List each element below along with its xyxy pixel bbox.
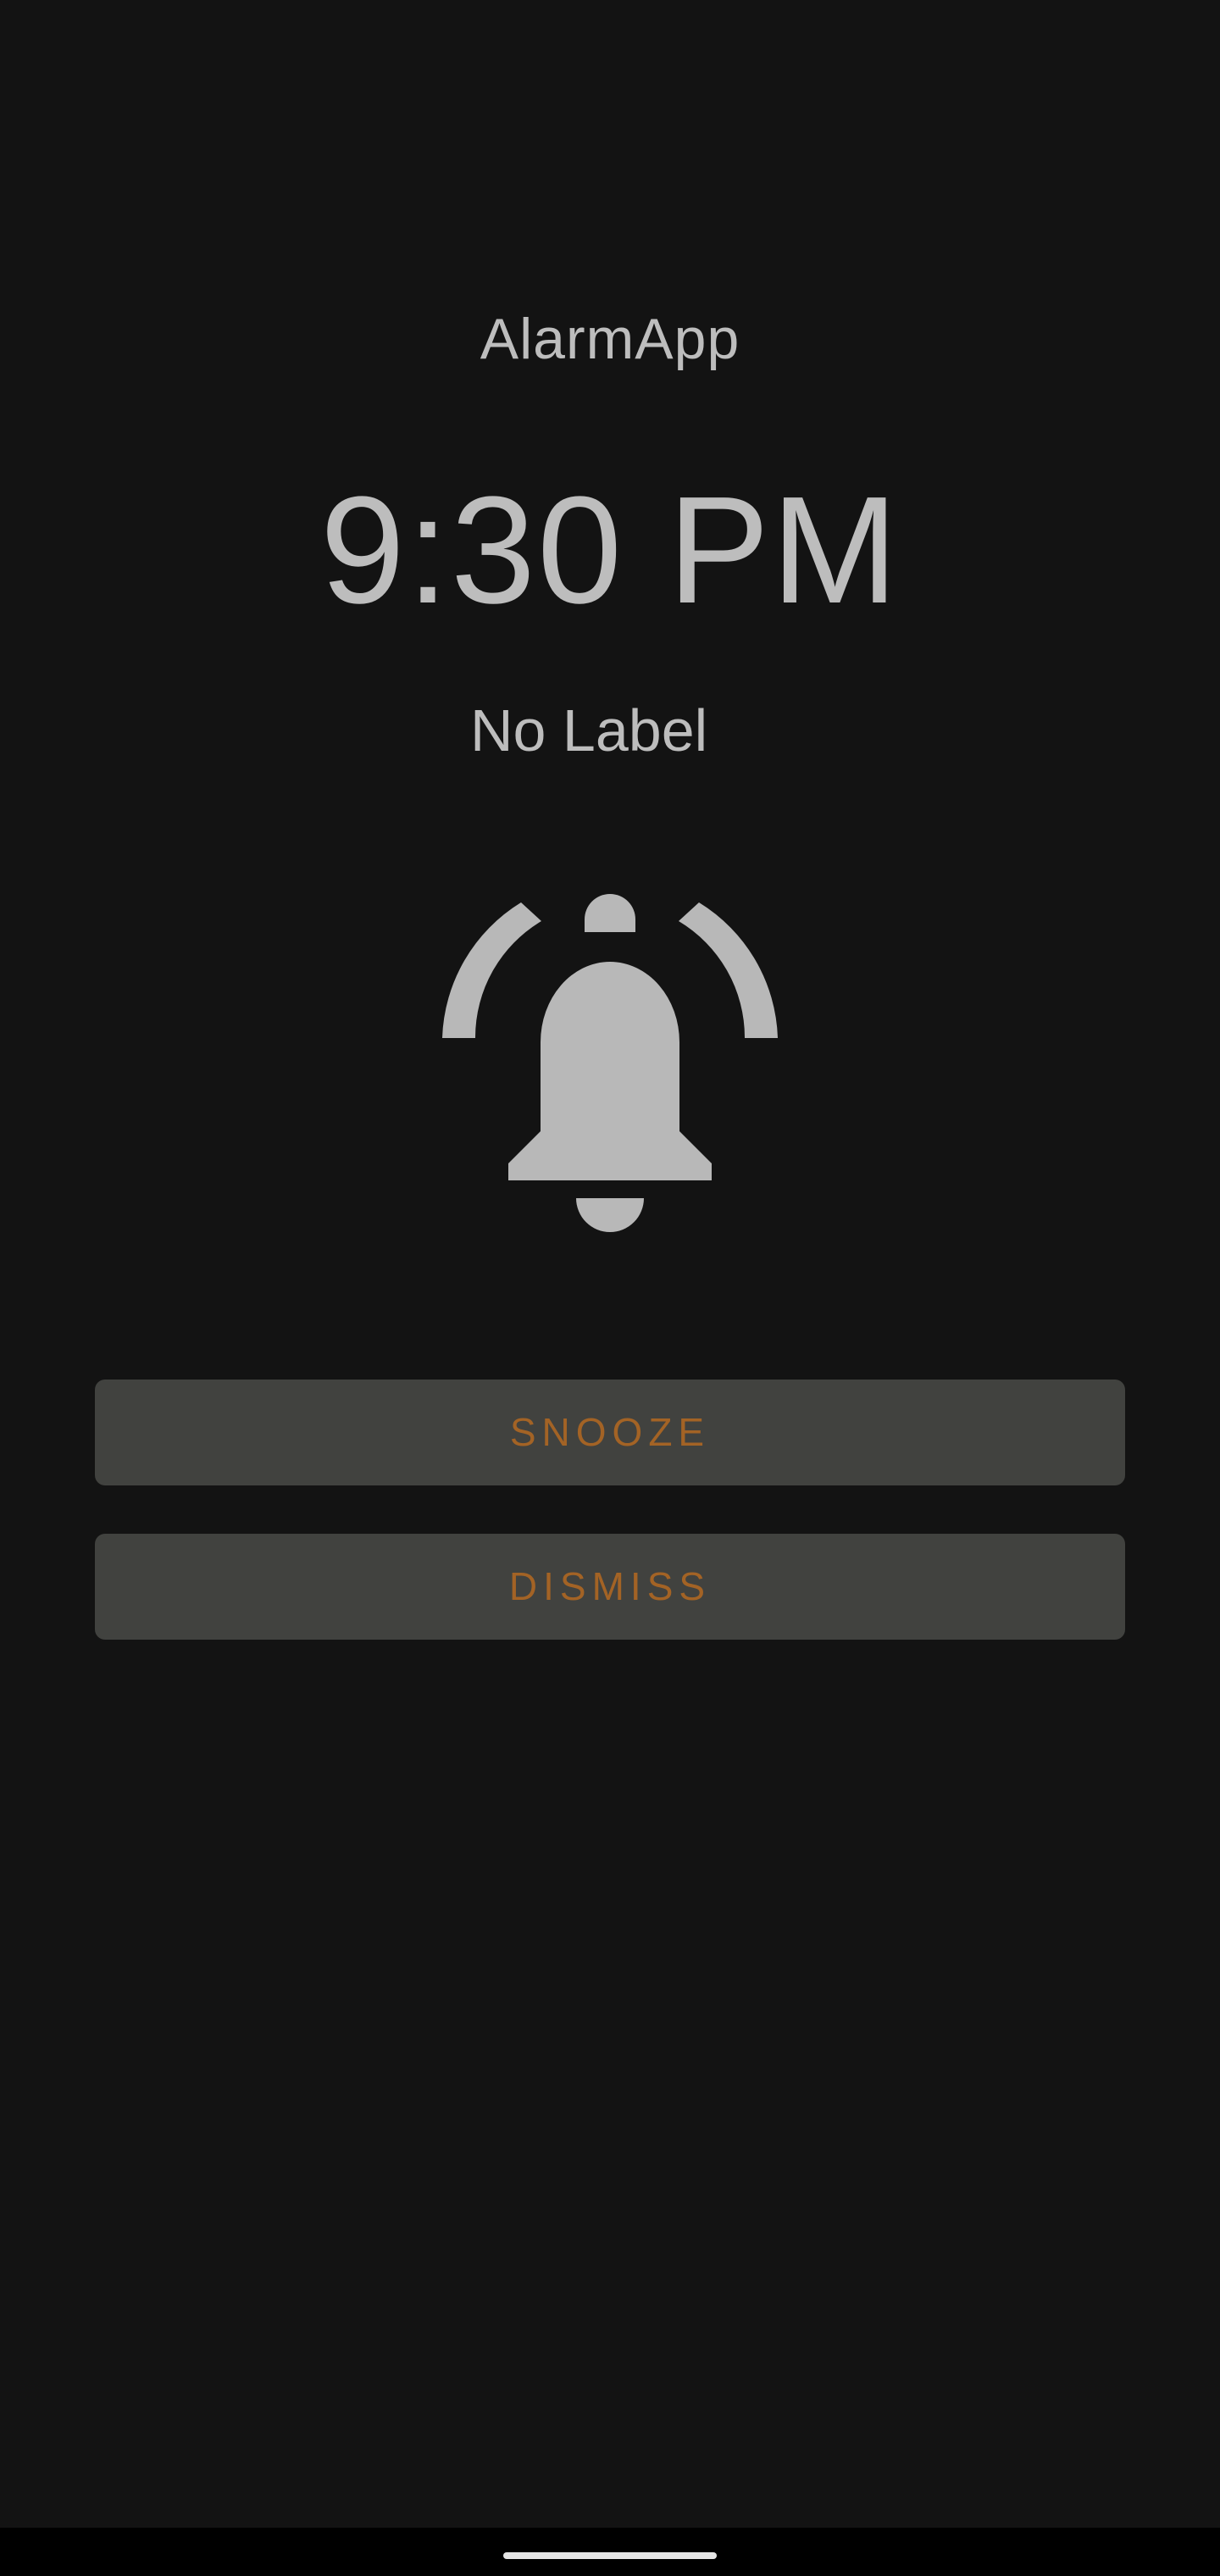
alarm-time: 9:30 PM — [319, 465, 901, 636]
alarm-label: No Label — [470, 697, 708, 763]
home-indicator[interactable] — [503, 2552, 717, 2559]
app-title: AlarmApp — [480, 307, 740, 371]
snooze-button[interactable]: SNOOZE — [95, 1380, 1125, 1485]
alarm-bell-icon — [442, 894, 778, 1232]
navigation-bar — [0, 2528, 1220, 2576]
dismiss-button[interactable]: DISMISS — [95, 1534, 1125, 1640]
